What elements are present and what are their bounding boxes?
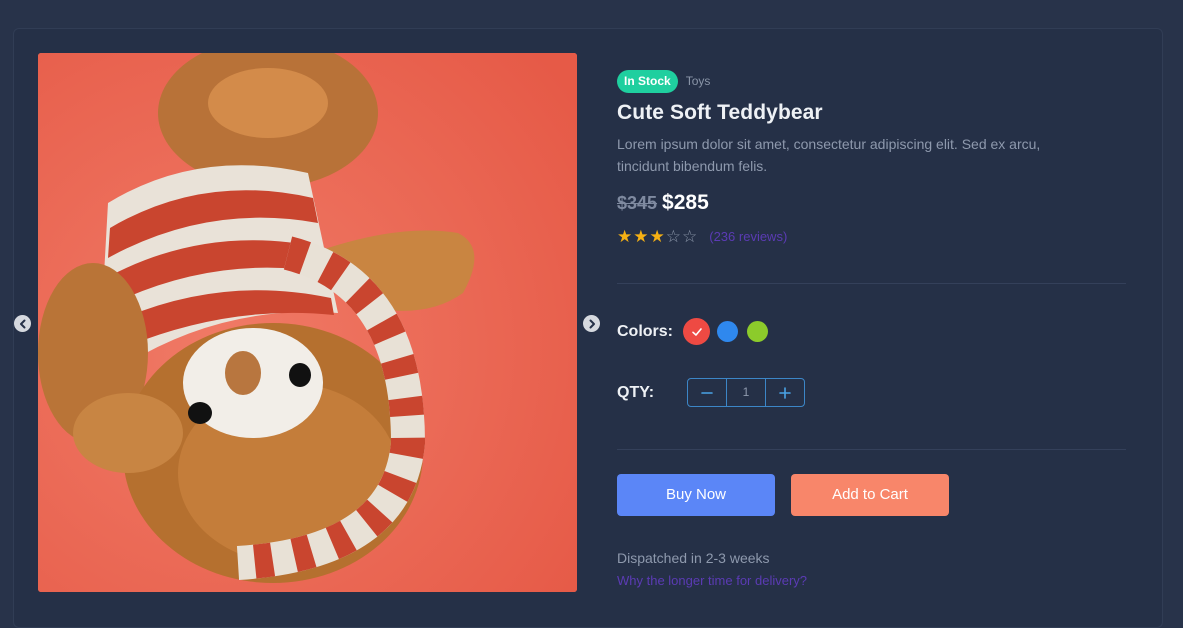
buy-now-button[interactable]: Buy Now xyxy=(617,474,775,516)
star-outline-icon: ☆ xyxy=(665,226,681,246)
color-swatch-blue[interactable] xyxy=(717,321,738,342)
product-image xyxy=(38,53,577,592)
product-description: Lorem ipsum dolor sit amet, consectetur … xyxy=(617,136,1041,174)
star-outline-icon: ☆ xyxy=(682,226,698,246)
colors-label: Colors: xyxy=(617,322,673,340)
rating: ★ ★ ★ ☆ ☆ (236 reviews) xyxy=(617,227,1127,245)
chevron-left-icon xyxy=(19,319,25,328)
product-info: In Stock Toys Cute Soft Teddybear Lorem … xyxy=(617,69,1127,245)
product-tags: In Stock Toys xyxy=(617,69,1127,93)
gallery-next-button[interactable] xyxy=(583,315,600,332)
quantity-selector: QTY: 1 xyxy=(617,378,805,407)
minus-icon xyxy=(701,391,713,394)
delivery-info-link[interactable]: Why the longer time for delivery? xyxy=(617,573,807,588)
product-title: Cute Soft Teddybear xyxy=(617,101,823,124)
color-selector: Colors: xyxy=(617,318,777,345)
plus-icon xyxy=(779,386,791,399)
add-to-cart-button[interactable]: Add to Cart xyxy=(791,474,949,516)
qty-increase-button[interactable] xyxy=(766,379,804,406)
price-block: $345 $285 xyxy=(617,191,1127,215)
star-icon: ★ xyxy=(633,226,649,246)
color-swatch-green[interactable] xyxy=(747,321,768,342)
star-icon: ★ xyxy=(649,226,665,246)
category-label[interactable]: Toys xyxy=(686,74,711,88)
qty-label: QTY: xyxy=(617,383,655,401)
divider xyxy=(617,449,1126,450)
color-swatch-red[interactable] xyxy=(683,318,710,345)
gallery-prev-button[interactable] xyxy=(14,315,31,332)
dispatch-info: Dispatched in 2-3 weeks xyxy=(617,550,770,566)
old-price: $345 xyxy=(617,193,658,213)
qty-input[interactable]: 1 xyxy=(726,379,766,406)
check-icon xyxy=(691,327,702,336)
stock-badge: In Stock xyxy=(617,69,678,93)
chevron-right-icon xyxy=(589,319,595,328)
qty-decrease-button[interactable] xyxy=(688,379,726,406)
current-price: $285 xyxy=(662,191,709,214)
quantity-stepper: 1 xyxy=(687,378,805,407)
reviews-link[interactable]: (236 reviews) xyxy=(709,229,787,244)
divider xyxy=(617,283,1126,284)
star-icon: ★ xyxy=(617,226,633,246)
